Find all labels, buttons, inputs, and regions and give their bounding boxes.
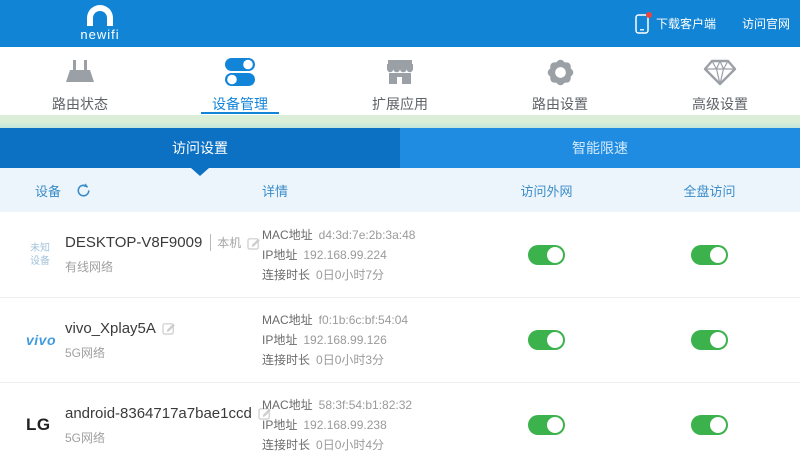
main-nav: 路由状态 设备管理 扩展应用 路由设置 高级设置 — [0, 47, 800, 115]
green-banner-strip — [0, 115, 800, 128]
router-icon — [63, 55, 97, 89]
ip-value: 192.168.99.224 — [303, 247, 387, 262]
download-client-link[interactable]: 下载客户端 — [635, 11, 716, 34]
disk-access-toggle[interactable] — [691, 415, 728, 435]
nav-item-device-management[interactable]: 设备管理 — [160, 47, 320, 115]
tab-access-settings[interactable]: 访问设置 — [0, 128, 400, 176]
device-row: vivo vivo_Xplay5A 5G网络 MAC地址 f0:1b:6c:bf:… — [0, 297, 800, 382]
tab-smart-speed-limit[interactable]: 智能限速 — [400, 128, 800, 168]
phone-icon — [635, 11, 652, 34]
newifi-logo[interactable]: newifi — [68, 3, 132, 42]
mac-value: 58:3f:54:b1:82:32 — [318, 398, 413, 412]
nav-label: 扩展应用 — [372, 96, 428, 112]
logo-text: newifi — [80, 27, 120, 42]
device-table-header: 设备 详情 访问外网 全盘访问 — [0, 168, 800, 212]
nav-label: 路由状态 — [52, 96, 108, 112]
network-type: 5G网络 — [65, 430, 106, 445]
nav-item-router-settings[interactable]: 路由设置 — [480, 47, 640, 115]
official-site-link[interactable]: 访问官网 — [742, 15, 790, 32]
col-device-label: 设备 — [35, 183, 62, 199]
store-icon — [383, 55, 417, 89]
nav-item-advanced-settings[interactable]: 高级设置 — [640, 47, 800, 115]
network-type: 有线网络 — [65, 260, 114, 274]
device-brand-label: 未知设备 — [30, 242, 50, 267]
toggles-icon — [222, 55, 258, 89]
nav-label: 路由设置 — [532, 96, 588, 112]
refresh-icon[interactable] — [76, 182, 91, 198]
device-list: 未知设备 DESKTOP-V8F9009 本机 有线网络 MAC地址 d4:3d:… — [0, 212, 800, 459]
wan-access-toggle[interactable] — [528, 330, 565, 350]
duration-value: 0日0小时4分 — [316, 438, 385, 452]
toggle-knob — [710, 246, 726, 263]
toggle-knob — [547, 246, 563, 263]
toggle-knob — [710, 417, 726, 433]
ip-value: 192.168.99.238 — [303, 418, 387, 432]
mac-label: MAC地址 — [262, 227, 313, 242]
disk-access-toggle[interactable] — [691, 330, 728, 350]
top-header: newifi 下载客户端 访问官网 — [0, 0, 800, 47]
duration-label: 连接时长 — [262, 438, 311, 452]
local-machine-tag: 本机 — [210, 234, 241, 251]
disk-access-toggle[interactable] — [691, 244, 728, 265]
mac-value: d4:3d:7e:2b:3a:48 — [318, 227, 416, 242]
device-brand-label: vivo — [26, 332, 57, 348]
nav-item-router-status[interactable]: 路由状态 — [0, 47, 160, 115]
col-disk-access-label: 全盘访问 — [683, 183, 736, 199]
tab-label: 访问设置 — [172, 140, 228, 156]
col-wan-access-label: 访问外网 — [520, 183, 573, 199]
toggle-knob — [710, 332, 726, 348]
ip-label: IP地址 — [262, 333, 298, 347]
ip-value: 192.168.99.126 — [303, 333, 387, 347]
edit-name-icon[interactable] — [162, 321, 176, 335]
download-client-label: 下载客户端 — [655, 17, 716, 31]
wan-access-toggle[interactable] — [528, 415, 565, 435]
duration-label: 连接时长 — [262, 267, 311, 282]
network-type: 5G网络 — [65, 345, 106, 360]
mac-label: MAC地址 — [262, 313, 313, 327]
tab-label: 智能限速 — [572, 140, 628, 156]
ip-label: IP地址 — [262, 418, 298, 432]
nav-item-extensions[interactable]: 扩展应用 — [320, 47, 480, 115]
device-name: vivo_Xplay5A — [65, 319, 156, 337]
edit-name-icon[interactable] — [247, 236, 261, 250]
device-row: 未知设备 DESKTOP-V8F9009 本机 有线网络 MAC地址 d4:3d:… — [0, 212, 800, 297]
ip-label: IP地址 — [262, 247, 298, 262]
toggle-knob — [547, 332, 563, 348]
device-name: DESKTOP-V8F9009 — [65, 234, 203, 251]
notification-dot — [645, 11, 652, 18]
official-site-label: 访问官网 — [741, 17, 790, 31]
duration-label: 连接时长 — [262, 353, 311, 367]
nav-label: 高级设置 — [692, 96, 748, 112]
mac-value: f0:1b:6c:bf:54:04 — [318, 313, 409, 327]
toggle-knob — [547, 417, 563, 433]
duration-value: 0日0小时7分 — [316, 267, 385, 282]
newifi-n-icon — [87, 5, 113, 26]
gear-icon — [545, 55, 576, 89]
wan-access-toggle[interactable] — [528, 244, 565, 265]
device-brand-label: LG — [26, 415, 51, 434]
duration-value: 0日0小时3分 — [316, 353, 385, 367]
device-name: android-8364717a7bae1ccd — [65, 404, 252, 422]
sub-tabs: 访问设置 智能限速 — [0, 128, 800, 176]
diamond-icon — [703, 55, 737, 89]
mac-label: MAC地址 — [262, 398, 313, 412]
col-details-label: 详情 — [262, 183, 289, 199]
nav-label: 设备管理 — [212, 96, 268, 112]
device-row: LG android-8364717a7bae1ccd 5G网络 MAC地址 58… — [0, 382, 800, 459]
